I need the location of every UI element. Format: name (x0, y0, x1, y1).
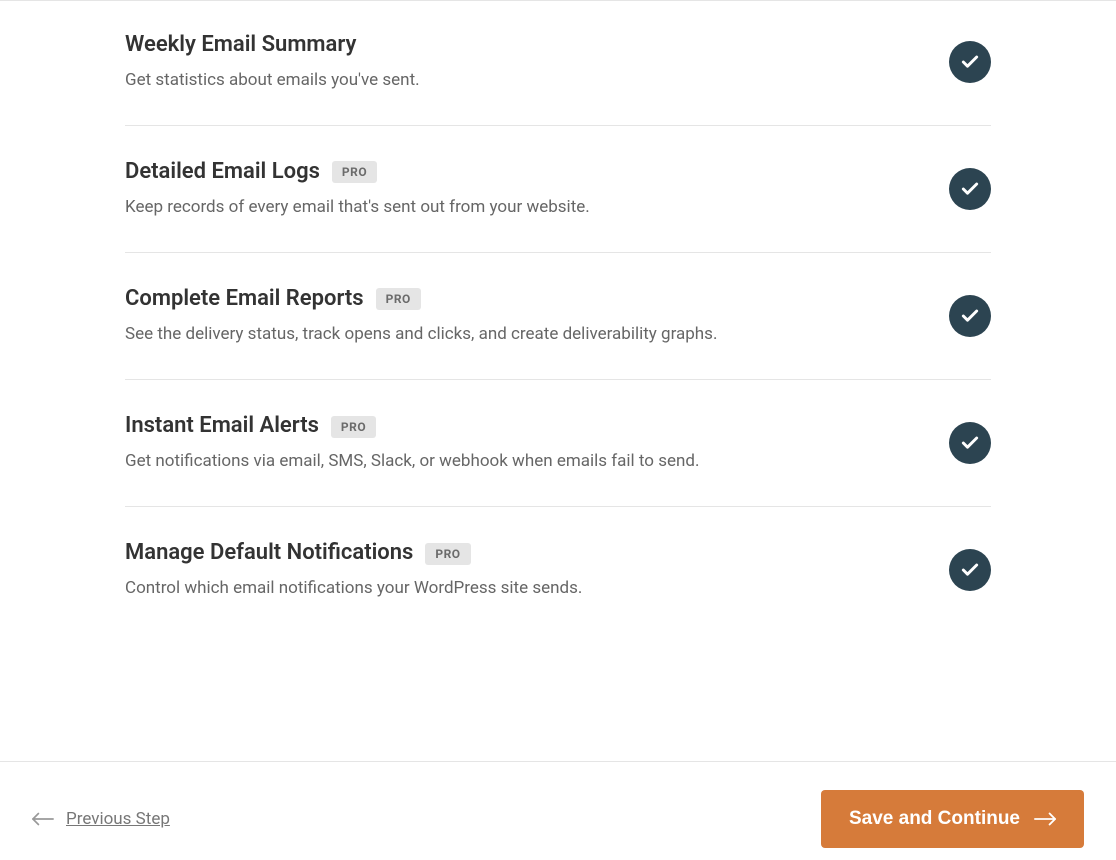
features-list: Weekly Email Summary Get statistics abou… (0, 1, 1116, 633)
pro-badge: PRO (331, 416, 376, 438)
previous-step-label: Previous Step (66, 809, 170, 829)
feature-description: Get statistics about emails you've sent. (125, 68, 949, 94)
feature-toggle[interactable] (949, 422, 991, 464)
feature-text: Weekly Email Summary Get statistics abou… (125, 31, 949, 93)
feature-title-row: Instant Email Alerts PRO (125, 412, 949, 441)
feature-toggle[interactable] (949, 41, 991, 83)
feature-title-row: Manage Default Notifications PRO (125, 539, 949, 568)
feature-title: Weekly Email Summary (125, 31, 356, 60)
save-button-label: Save and Continue (849, 808, 1020, 830)
feature-title: Detailed Email Logs (125, 158, 320, 187)
arrow-right-icon (1034, 812, 1056, 826)
feature-complete-email-reports: Complete Email Reports PRO See the deliv… (125, 253, 991, 380)
feature-detailed-email-logs: Detailed Email Logs PRO Keep records of … (125, 126, 991, 253)
feature-description: Keep records of every email that's sent … (125, 195, 949, 221)
feature-manage-default-notifications: Manage Default Notifications PRO Control… (125, 507, 991, 633)
feature-instant-email-alerts: Instant Email Alerts PRO Get notificatio… (125, 380, 991, 507)
feature-text: Instant Email Alerts PRO Get notificatio… (125, 412, 949, 474)
feature-toggle[interactable] (949, 295, 991, 337)
feature-toggle[interactable] (949, 549, 991, 591)
save-and-continue-button[interactable]: Save and Continue (821, 790, 1084, 848)
check-icon (960, 306, 980, 326)
feature-title-row: Detailed Email Logs PRO (125, 158, 949, 187)
feature-weekly-email-summary: Weekly Email Summary Get statistics abou… (125, 31, 991, 126)
feature-description: Control which email notifications your W… (125, 576, 949, 602)
feature-title: Complete Email Reports (125, 285, 364, 314)
pro-badge: PRO (425, 543, 470, 565)
check-icon (960, 52, 980, 72)
footer: Previous Step Save and Continue (0, 761, 1116, 860)
feature-text: Manage Default Notifications PRO Control… (125, 539, 949, 601)
feature-text: Complete Email Reports PRO See the deliv… (125, 285, 949, 347)
feature-title: Manage Default Notifications (125, 539, 413, 568)
feature-toggle[interactable] (949, 168, 991, 210)
feature-title-row: Weekly Email Summary (125, 31, 949, 60)
feature-text: Detailed Email Logs PRO Keep records of … (125, 158, 949, 220)
feature-title-row: Complete Email Reports PRO (125, 285, 949, 314)
check-icon (960, 179, 980, 199)
arrow-left-icon (32, 812, 54, 826)
feature-description: Get notifications via email, SMS, Slack,… (125, 449, 949, 475)
pro-badge: PRO (332, 161, 377, 183)
feature-title: Instant Email Alerts (125, 412, 319, 441)
previous-step-link[interactable]: Previous Step (32, 809, 170, 829)
check-icon (960, 560, 980, 580)
feature-description: See the delivery status, track opens and… (125, 322, 949, 348)
check-icon (960, 433, 980, 453)
pro-badge: PRO (376, 288, 421, 310)
